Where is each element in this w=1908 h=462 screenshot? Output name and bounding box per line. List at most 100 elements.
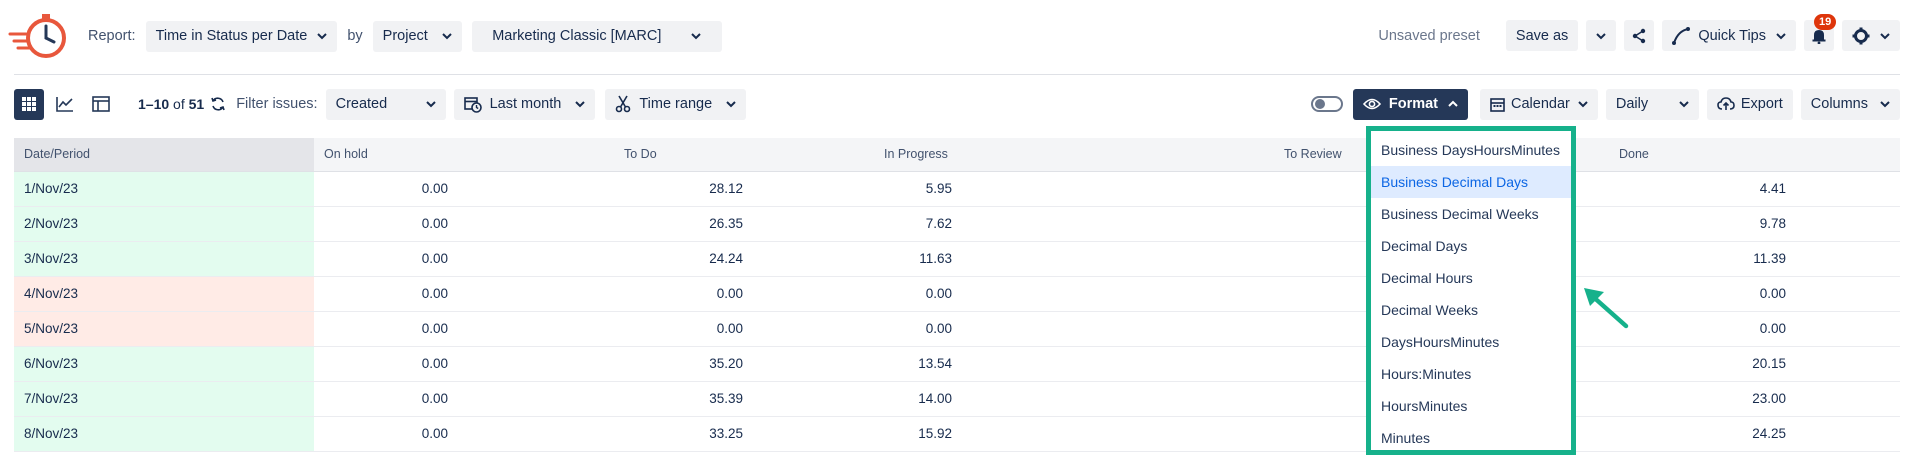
table-row[interactable]: 8/Nov/23 0.00 33.25 15.92 24.25 bbox=[14, 416, 1900, 452]
in-progress-cell: 14.00 bbox=[874, 381, 1274, 417]
save-as-button[interactable]: Save as bbox=[1505, 20, 1579, 51]
chevron-up-icon bbox=[1448, 100, 1458, 107]
format-option[interactable]: Business DaysHoursMinutes bbox=[1371, 134, 1571, 166]
time-range-dropdown[interactable]: Time range bbox=[605, 88, 747, 120]
report-toolbar: 1–10 of 51 Filter issues: Created Last m… bbox=[14, 88, 1908, 120]
notifications-button[interactable]: 19 bbox=[1804, 14, 1837, 51]
on-hold-cell: 0.00 bbox=[314, 416, 614, 452]
format-dropdown-menu: Business DaysHoursMinutes Business Decima… bbox=[1366, 126, 1576, 455]
by-label: by bbox=[347, 28, 363, 44]
save-options-button[interactable] bbox=[1586, 20, 1617, 51]
share-icon bbox=[1633, 28, 1646, 43]
date-cell: 3/Nov/23 bbox=[14, 241, 314, 277]
format-option[interactable]: HoursMinutes bbox=[1371, 390, 1571, 422]
share-button[interactable] bbox=[1624, 20, 1655, 51]
chart-view-button[interactable] bbox=[50, 89, 80, 120]
calendar-icon bbox=[1490, 97, 1505, 112]
grid-view-icon bbox=[22, 97, 36, 111]
calendar-dropdown[interactable]: Calendar bbox=[1480, 88, 1598, 120]
filter-issues-dropdown[interactable]: Created bbox=[325, 88, 446, 120]
date-period-dropdown[interactable]: Last month bbox=[453, 88, 596, 120]
format-option[interactable]: Minutes bbox=[1371, 422, 1571, 454]
quick-tips-button[interactable]: Quick Tips bbox=[1662, 20, 1796, 51]
chevron-down-icon bbox=[1596, 32, 1607, 39]
scissors-icon bbox=[616, 95, 631, 113]
refresh-icon[interactable] bbox=[210, 96, 226, 112]
chevron-down-icon bbox=[1776, 32, 1786, 39]
done-cell: 24.25 bbox=[1609, 416, 1900, 452]
quick-tips-icon bbox=[1672, 26, 1691, 45]
on-hold-cell: 0.00 bbox=[314, 206, 614, 242]
notification-count-badge: 19 bbox=[1814, 14, 1837, 30]
format-option[interactable]: Decimal Days bbox=[1371, 230, 1571, 262]
granularity-value: Daily bbox=[1615, 96, 1649, 112]
format-option[interactable]: Decimal Hours bbox=[1371, 262, 1571, 294]
project-dropdown[interactable]: Marketing Classic [MARC] bbox=[471, 20, 722, 52]
report-type-value: Time in Status per Date bbox=[155, 28, 308, 44]
done-cell: 4.41 bbox=[1609, 171, 1900, 207]
format-option[interactable]: Hours:Minutes bbox=[1371, 358, 1571, 390]
chevron-down-icon bbox=[1880, 101, 1890, 108]
column-header-done[interactable]: Done bbox=[1609, 138, 1900, 172]
to-do-cell: 0.00 bbox=[614, 276, 874, 312]
calendar-clock-icon bbox=[463, 97, 482, 113]
project-value: Marketing Classic [MARC] bbox=[492, 28, 662, 44]
done-cell: 20.15 bbox=[1609, 346, 1900, 382]
chevron-down-icon bbox=[317, 33, 328, 40]
group-by-value: Project bbox=[382, 28, 428, 44]
format-option[interactable]: Business Decimal Weeks bbox=[1371, 198, 1571, 230]
page-range: 1–10 bbox=[138, 96, 170, 112]
format-option[interactable]: Business Decimal Days bbox=[1371, 166, 1571, 198]
format-option[interactable]: Decimal Weeks bbox=[1371, 294, 1571, 326]
settings-button[interactable] bbox=[1842, 20, 1900, 51]
gear-icon bbox=[1852, 27, 1870, 44]
table-header-row: Date/Period On hold To Do In Progress To… bbox=[14, 138, 1900, 172]
format-button[interactable]: Format bbox=[1352, 88, 1469, 120]
calendar-label: Calendar bbox=[1511, 96, 1570, 112]
view-toggle[interactable] bbox=[1310, 96, 1343, 112]
on-hold-cell: 0.00 bbox=[314, 171, 614, 207]
export-label: Export bbox=[1740, 96, 1783, 112]
in-progress-cell: 7.62 bbox=[874, 206, 1274, 242]
stopwatch-logo-icon bbox=[8, 14, 66, 58]
column-header-in-progress[interactable]: In Progress bbox=[874, 138, 1274, 172]
toggle-icon bbox=[1314, 99, 1325, 109]
columns-dropdown[interactable]: Columns bbox=[1800, 88, 1900, 120]
granularity-dropdown[interactable]: Daily bbox=[1605, 88, 1699, 120]
on-hold-cell: 0.00 bbox=[314, 346, 614, 382]
column-header-to-do[interactable]: To Do bbox=[614, 138, 874, 172]
group-by-dropdown[interactable]: Project bbox=[372, 20, 462, 52]
format-option[interactable]: DaysHoursMinutes bbox=[1371, 326, 1571, 358]
to-do-cell: 33.25 bbox=[614, 416, 874, 452]
table-row[interactable]: 2/Nov/23 0.00 26.35 7.62 9.78 bbox=[14, 206, 1900, 242]
table-row[interactable]: 6/Nov/23 0.00 35.20 13.54 20.15 bbox=[14, 346, 1900, 382]
grid-view-button[interactable] bbox=[14, 88, 44, 120]
date-cell: 7/Nov/23 bbox=[14, 381, 314, 417]
layout-view-button[interactable] bbox=[86, 89, 116, 120]
format-label: Format bbox=[1388, 96, 1439, 112]
chevron-down-icon bbox=[691, 33, 702, 40]
report-toolbar-right: Format Calendar Daily Export Columns bbox=[1310, 88, 1900, 120]
column-header-date[interactable]: Date/Period bbox=[14, 138, 314, 172]
time-range-label: Time range bbox=[639, 96, 713, 112]
export-button[interactable]: Export bbox=[1706, 88, 1793, 120]
done-cell: 9.78 bbox=[1609, 206, 1900, 242]
table-row[interactable]: 3/Nov/23 0.00 24.24 11.63 11.39 bbox=[14, 241, 1900, 277]
column-header-on-hold[interactable]: On hold bbox=[314, 138, 614, 172]
to-do-cell: 0.00 bbox=[614, 311, 874, 347]
chevron-down-icon bbox=[726, 101, 736, 108]
arrow-icon bbox=[1584, 288, 1629, 329]
to-do-cell: 35.20 bbox=[614, 346, 874, 382]
report-type-dropdown[interactable]: Time in Status per Date bbox=[145, 20, 338, 52]
filter-issues-label: Filter issues: bbox=[236, 96, 318, 112]
table-row[interactable]: 1/Nov/23 0.00 28.12 5.95 4.41 bbox=[14, 171, 1900, 207]
in-progress-cell: 15.92 bbox=[874, 416, 1274, 452]
done-cell: 23.00 bbox=[1609, 381, 1900, 417]
date-cell: 2/Nov/23 bbox=[14, 206, 314, 242]
table-row[interactable]: 7/Nov/23 0.00 35.39 14.00 23.00 bbox=[14, 381, 1900, 417]
to-do-cell: 24.24 bbox=[614, 241, 874, 277]
in-progress-cell: 0.00 bbox=[874, 311, 1274, 347]
in-progress-cell: 5.95 bbox=[874, 171, 1274, 207]
on-hold-cell: 0.00 bbox=[314, 311, 614, 347]
in-progress-cell: 11.63 bbox=[874, 241, 1274, 277]
